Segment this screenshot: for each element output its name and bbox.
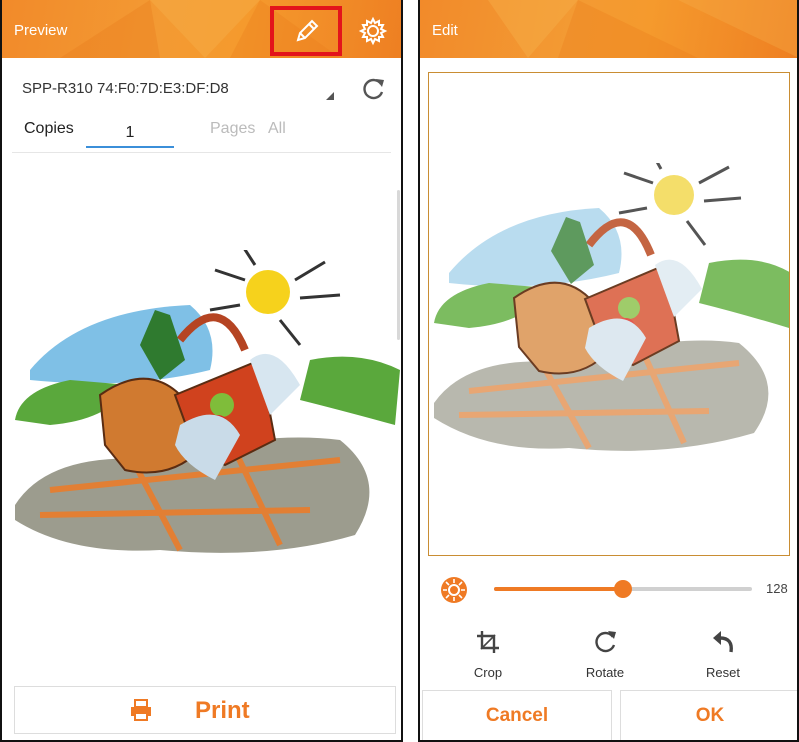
gear-icon[interactable] (358, 16, 388, 51)
brightness-slider-fill (494, 587, 623, 591)
pages-label: Pages (210, 120, 256, 137)
ok-button[interactable]: OK (620, 690, 799, 742)
rotate-button[interactable] (565, 628, 645, 661)
print-button[interactable]: Print (14, 686, 396, 734)
crop-icon (474, 631, 502, 660)
brightness-slider-thumb[interactable] (614, 580, 632, 598)
printer-selector[interactable]: SPP-R310 74:F0:7D:E3:DF:D8 (22, 80, 229, 97)
edit-canvas[interactable] (428, 72, 790, 556)
rotate-label: Rotate (585, 665, 625, 680)
dropdown-caret-icon (326, 92, 334, 100)
print-label: Print (195, 697, 250, 724)
reset-label: Reset (706, 665, 740, 680)
scrollbar[interactable] (397, 190, 400, 340)
brightness-icon (440, 576, 468, 609)
undo-icon (709, 631, 737, 660)
page-title: Edit (432, 22, 458, 39)
page-title: Preview (14, 22, 68, 39)
brightness-slider[interactable] (494, 580, 752, 598)
copies-label: Copies (24, 120, 74, 137)
preview-app-bar: Preview (0, 0, 403, 58)
reset-button[interactable] (683, 628, 763, 661)
divider (12, 152, 391, 153)
cancel-button[interactable]: Cancel (422, 690, 612, 742)
appbar-decoration (488, 0, 799, 58)
rotate-icon (591, 631, 619, 660)
crop-button[interactable] (448, 628, 528, 661)
crop-label: Crop (473, 665, 503, 680)
preview-screen: Preview SPP-R310 74:F0:7D:E3:DF:D8 Copie (0, 0, 403, 742)
pages-value[interactable]: All (268, 120, 286, 138)
refresh-icon[interactable] (360, 76, 386, 107)
edit-screen: Edit 128 Crop Rotate Reset Cancel OK (418, 0, 799, 742)
edit-highlight-box (270, 6, 342, 56)
picnic-preview-image (15, 250, 400, 553)
brightness-value: 128 (766, 581, 788, 596)
edit-app-bar: Edit (418, 0, 799, 58)
printer-icon (128, 698, 154, 727)
picnic-edit-image (434, 163, 789, 451)
copies-input[interactable]: 1 (86, 118, 174, 148)
